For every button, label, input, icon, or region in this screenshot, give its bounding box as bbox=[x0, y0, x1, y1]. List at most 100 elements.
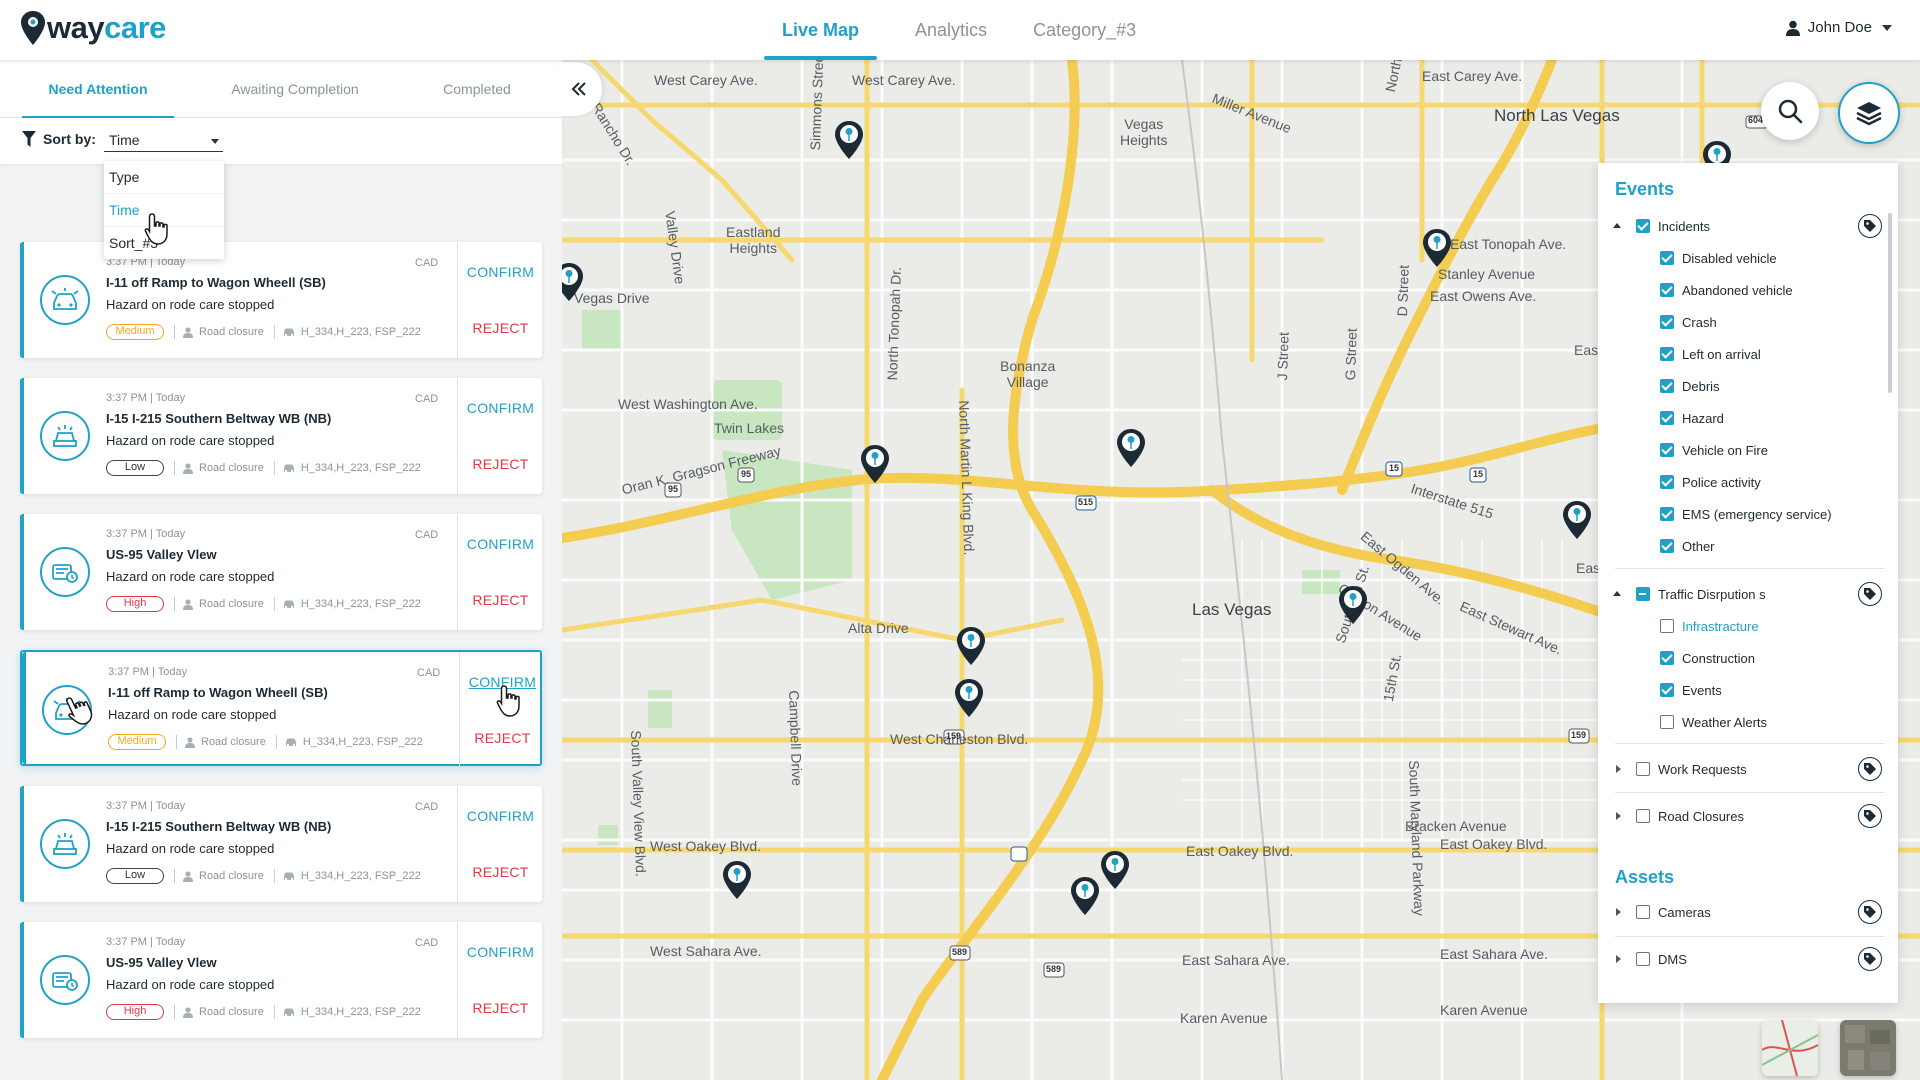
confirm-button[interactable]: CONFIRM bbox=[458, 536, 543, 552]
incident-map-marker[interactable] bbox=[1100, 850, 1130, 890]
layer-incident-item-checkbox[interactable] bbox=[1660, 539, 1674, 553]
incident-map-marker[interactable] bbox=[1116, 428, 1146, 468]
layer-traffic-item-checkbox[interactable] bbox=[1660, 683, 1674, 697]
reject-button[interactable]: REJECT bbox=[460, 730, 545, 746]
incident-map-marker[interactable] bbox=[956, 626, 986, 666]
tab-need-attention[interactable]: Need Attention bbox=[22, 60, 174, 119]
basemap-satellite-thumbnail[interactable] bbox=[1840, 1020, 1896, 1076]
layer-incident-item[interactable]: Crash bbox=[1598, 306, 1888, 338]
layer-road-closures-tag-button[interactable] bbox=[1858, 804, 1882, 828]
layer-incident-item[interactable]: Abandoned vehicle bbox=[1598, 274, 1888, 306]
layer-incident-item-checkbox[interactable] bbox=[1660, 411, 1674, 425]
incident-map-marker[interactable] bbox=[1338, 585, 1368, 625]
logo-text: waycare bbox=[47, 10, 166, 46]
layer-cameras[interactable]: Cameras bbox=[1598, 896, 1888, 928]
alert-card[interactable]: 3:37 PM | Today CAD I-15 I-215 Southern Be… bbox=[20, 378, 542, 494]
expand-right-icon[interactable] bbox=[1616, 812, 1621, 820]
layer-traffic-item[interactable]: Construction bbox=[1598, 642, 1888, 674]
incident-map-marker[interactable] bbox=[1562, 500, 1592, 540]
reject-button[interactable]: REJECT bbox=[458, 456, 543, 472]
map-label-shield-159a: 159 bbox=[1571, 730, 1587, 740]
layer-incident-item[interactable]: Police activity bbox=[1598, 466, 1888, 498]
layer-road-closures[interactable]: Road Closures bbox=[1598, 800, 1888, 832]
incident-map-marker[interactable] bbox=[562, 262, 584, 302]
reject-button[interactable]: REJECT bbox=[458, 592, 543, 608]
layer-incident-item[interactable]: Disabled vehicle bbox=[1598, 242, 1888, 274]
layer-work-requests-tag-button[interactable] bbox=[1858, 757, 1882, 781]
map-label-east-tonopah: East Tonopah Ave. bbox=[1450, 236, 1567, 252]
confirm-button[interactable]: CONFIRM bbox=[458, 264, 543, 280]
tab-live-map[interactable]: Live Map bbox=[764, 0, 878, 60]
layer-incidents[interactable]: Incidents bbox=[1598, 210, 1888, 242]
layer-incident-item-checkbox[interactable] bbox=[1660, 475, 1674, 489]
layer-work-requests-checkbox[interactable] bbox=[1636, 762, 1650, 776]
expand-up-icon[interactable] bbox=[1613, 223, 1621, 228]
alert-card[interactable]: 3:37 PM | Today CAD US-95 Valley Vlew Hazar… bbox=[20, 922, 542, 1038]
layer-incident-item-checkbox[interactable] bbox=[1660, 315, 1674, 329]
reject-button[interactable]: REJECT bbox=[458, 320, 543, 336]
user-menu[interactable]: John Doe bbox=[1785, 19, 1892, 36]
layer-traffic-item[interactable]: Infrastracture bbox=[1598, 610, 1888, 642]
alert-card[interactable]: 3:37 PM | Today CAD I-11 off Ramp to Wagon… bbox=[20, 242, 542, 358]
sort-option-type[interactable]: Type bbox=[104, 161, 224, 194]
layer-traffic-item-checkbox[interactable] bbox=[1660, 619, 1674, 633]
layer-incident-item-checkbox[interactable] bbox=[1660, 379, 1674, 393]
layer-cameras-checkbox[interactable] bbox=[1636, 905, 1650, 919]
layer-panel-scrollbar[interactable] bbox=[1888, 213, 1892, 393]
layer-incidents-checkbox[interactable] bbox=[1636, 219, 1650, 233]
layer-dms[interactable]: DMS bbox=[1598, 943, 1888, 975]
layer-incident-item[interactable]: Hazard bbox=[1598, 402, 1888, 434]
layer-incident-item-checkbox[interactable] bbox=[1660, 507, 1674, 521]
layer-traffic-item[interactable]: Weather Alerts bbox=[1598, 706, 1888, 738]
layer-traffic-disruptions-checkbox[interactable] bbox=[1636, 587, 1650, 601]
layer-traffic-item-checkbox[interactable] bbox=[1660, 715, 1674, 729]
layer-incident-item[interactable]: Debris bbox=[1598, 370, 1888, 402]
reject-button[interactable]: REJECT bbox=[458, 864, 543, 880]
incident-map-marker[interactable] bbox=[834, 120, 864, 160]
layer-traffic-disruptions-tag-button[interactable] bbox=[1858, 582, 1882, 606]
layer-incident-item-checkbox[interactable] bbox=[1660, 251, 1674, 265]
expand-up-icon[interactable] bbox=[1613, 591, 1621, 596]
confirm-button[interactable]: CONFIRM bbox=[458, 944, 543, 960]
expand-right-icon[interactable] bbox=[1616, 908, 1621, 916]
incident-map-marker[interactable] bbox=[1070, 876, 1100, 916]
layer-traffic-disruptions[interactable]: Traffic Disrpution s bbox=[1598, 578, 1888, 610]
layer-dms-checkbox[interactable] bbox=[1636, 952, 1650, 966]
confirm-button[interactable]: CONFIRM bbox=[458, 808, 543, 824]
alert-card[interactable]: 3:37 PM | Today CAD I-15 I-215 Southern Be… bbox=[20, 786, 542, 902]
tab-completed[interactable]: Completed bbox=[412, 60, 542, 118]
alert-card[interactable]: 3:37 PM | Today CAD I-11 off Ramp to Wagon… bbox=[20, 650, 545, 768]
map-search-button[interactable] bbox=[1761, 82, 1819, 140]
sort-select[interactable]: Time bbox=[104, 130, 223, 152]
layer-incident-item[interactable]: Other bbox=[1598, 530, 1888, 562]
layer-incident-item-checkbox[interactable] bbox=[1660, 347, 1674, 361]
reject-button[interactable]: REJECT bbox=[458, 1000, 543, 1016]
layer-divider bbox=[1615, 568, 1885, 569]
alert-card[interactable]: 3:37 PM | Today CAD US-95 Valley Vlew Hazar… bbox=[20, 514, 542, 630]
basemap-streets-thumbnail[interactable] bbox=[1762, 1020, 1818, 1076]
layer-traffic-item-checkbox[interactable] bbox=[1660, 651, 1674, 665]
expand-right-icon[interactable] bbox=[1616, 955, 1621, 963]
tab-analytics[interactable]: Analytics bbox=[897, 0, 1005, 60]
layer-cameras-tag-button[interactable] bbox=[1858, 900, 1882, 924]
layer-incidents-tag-button[interactable] bbox=[1858, 214, 1882, 238]
layer-work-requests[interactable]: Work Requests bbox=[1598, 753, 1888, 785]
layer-incident-item[interactable]: Vehicle on Fire bbox=[1598, 434, 1888, 466]
confirm-button[interactable]: CONFIRM bbox=[458, 400, 543, 416]
incident-map-marker[interactable] bbox=[722, 860, 752, 900]
incident-map-marker[interactable] bbox=[1422, 228, 1452, 268]
expand-right-icon[interactable] bbox=[1616, 765, 1621, 773]
map-layers-button[interactable] bbox=[1838, 82, 1900, 144]
layer-incident-item-checkbox[interactable] bbox=[1660, 443, 1674, 457]
layer-road-closures-checkbox[interactable] bbox=[1636, 809, 1650, 823]
layer-incident-item[interactable]: Left on arrival bbox=[1598, 338, 1888, 370]
waycare-logo[interactable]: waycare bbox=[20, 10, 166, 46]
layer-incident-item-checkbox[interactable] bbox=[1660, 283, 1674, 297]
layer-dms-tag-button[interactable] bbox=[1858, 947, 1882, 971]
incident-map-marker[interactable] bbox=[954, 678, 984, 718]
tab-awaiting-completion[interactable]: Awaiting Completion bbox=[206, 60, 384, 118]
tab-category-3[interactable]: Category_#3 bbox=[1015, 0, 1154, 60]
incident-map-marker[interactable] bbox=[860, 444, 890, 484]
layer-traffic-item[interactable]: Events bbox=[1598, 674, 1888, 706]
layer-incident-item[interactable]: EMS (emergency service) bbox=[1598, 498, 1888, 530]
